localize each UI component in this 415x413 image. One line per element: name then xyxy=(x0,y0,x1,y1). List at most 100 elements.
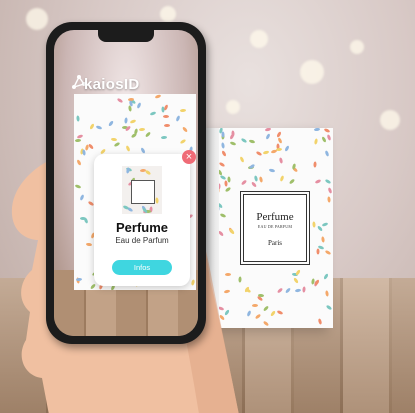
photo-scene: Perfume EAU DE PARFUM Paris kaiosID × Pe… xyxy=(0,0,415,413)
phone-notch xyxy=(98,30,154,42)
bokeh-light xyxy=(160,6,176,22)
confetti-leaf xyxy=(263,305,270,313)
confetti-leaf xyxy=(95,125,103,131)
confetti-leaf xyxy=(140,146,146,154)
confetti-leaf xyxy=(252,303,259,307)
confetti-leaf xyxy=(279,174,285,182)
box-label: Perfume EAU DE PARFUM Paris xyxy=(240,191,310,265)
confetti-leaf xyxy=(83,217,89,224)
bokeh-light xyxy=(300,60,324,84)
confetti-leaf xyxy=(76,158,82,166)
confetti-leaf xyxy=(255,150,263,156)
smartphone: kaiosID × Perfume Eau de Parfum Infos xyxy=(46,22,206,344)
confetti-leaf xyxy=(320,236,325,243)
confetti-leaf xyxy=(275,130,282,138)
confetti-leaf xyxy=(289,178,296,185)
confetti-leaf xyxy=(327,186,333,194)
confetti-leaf xyxy=(138,127,145,131)
card-title: Perfume xyxy=(115,220,169,235)
confetti-leaf xyxy=(89,283,96,290)
confetti-leaf xyxy=(264,128,272,132)
confetti-leaf xyxy=(301,286,306,293)
confetti-leaf xyxy=(74,139,81,143)
phone-screen: kaiosID × Perfume Eau de Parfum Infos xyxy=(54,30,198,336)
confetti-leaf xyxy=(107,120,114,128)
confetti-leaf xyxy=(87,143,94,150)
confetti-leaf xyxy=(317,318,323,326)
confetti-leaf xyxy=(284,145,290,152)
confetti-leaf xyxy=(324,249,332,256)
ar-product-card: × Perfume Eau de Parfum Infos xyxy=(94,150,196,286)
confetti-leaf xyxy=(279,157,284,164)
confetti-leaf xyxy=(180,109,187,113)
confetti-leaf xyxy=(113,141,121,147)
confetti-leaf xyxy=(326,134,332,141)
card-subtitle: Eau de Parfum xyxy=(115,236,169,245)
confetti-leaf xyxy=(160,136,167,140)
confetti-leaf xyxy=(130,132,138,139)
confetti-leaf xyxy=(149,111,157,116)
confetti-leaf xyxy=(275,147,283,151)
confetti-leaf xyxy=(277,287,284,294)
bokeh-light xyxy=(380,110,400,130)
confetti-leaf xyxy=(253,174,258,182)
confetti-leaf xyxy=(75,277,82,281)
confetti-leaf xyxy=(249,139,256,144)
confetti-leaf xyxy=(324,178,332,184)
confetti-leaf xyxy=(292,277,299,284)
confetti-leaf xyxy=(262,150,270,156)
confetti-leaf xyxy=(316,248,320,255)
bokeh-light xyxy=(350,40,364,54)
box-product-type: EAU DE PARFUM xyxy=(257,224,293,229)
confetti-leaf xyxy=(313,161,317,168)
confetti-leaf xyxy=(76,114,80,122)
confetti-leaf xyxy=(321,221,329,227)
confetti-leaf xyxy=(269,310,276,317)
confetti-leaf xyxy=(116,97,123,104)
confetti-leaf xyxy=(259,176,264,184)
confetti-leaf xyxy=(125,167,130,174)
confetti-leaf xyxy=(314,178,322,184)
confetti-leaf xyxy=(163,115,170,119)
confetti-leaf xyxy=(320,136,327,144)
brand-logo-text: kaiosID xyxy=(84,76,140,93)
bokeh-light xyxy=(250,30,268,48)
confetti-leaf xyxy=(324,150,330,157)
confetti-leaf xyxy=(268,168,275,173)
infos-button[interactable]: Infos xyxy=(112,260,172,275)
confetti-leaf xyxy=(276,309,283,316)
confetti-leaf xyxy=(325,290,330,297)
confetti-leaf xyxy=(124,117,129,124)
confetti-leaf xyxy=(322,273,329,280)
confetti-leaf xyxy=(326,196,331,203)
confetti-leaf xyxy=(89,123,96,131)
box-product-name: Perfume xyxy=(256,211,294,223)
confetti-leaf xyxy=(262,320,270,327)
confetti-leaf xyxy=(136,101,142,109)
confetti-leaf xyxy=(265,133,271,141)
confetti-leaf xyxy=(284,287,291,295)
confetti-leaf xyxy=(125,145,131,153)
confetti-leaf xyxy=(312,221,317,228)
bokeh-light xyxy=(26,8,48,30)
close-icon[interactable]: × xyxy=(182,150,196,164)
confetti-leaf xyxy=(122,204,129,211)
confetti-leaf xyxy=(323,128,330,133)
confetti-leaf xyxy=(250,181,258,188)
confetti-leaf xyxy=(254,313,262,320)
box-city: Paris xyxy=(268,239,282,247)
confetti-leaf xyxy=(155,197,159,205)
confetti-leaf xyxy=(182,126,189,133)
confetti-leaf xyxy=(313,128,320,132)
confetti-leaf xyxy=(154,94,162,99)
confetti-leaf xyxy=(164,123,171,127)
confetti-leaf xyxy=(144,170,152,176)
confetti-leaf xyxy=(127,105,132,112)
confetti-leaf xyxy=(295,269,302,277)
confetti-leaf xyxy=(180,138,187,145)
product-thumbnail xyxy=(122,166,162,214)
confetti-leaf xyxy=(190,279,195,286)
confetti-leaf xyxy=(175,115,181,122)
confetti-leaf xyxy=(294,288,302,293)
confetti-leaf xyxy=(145,131,152,138)
